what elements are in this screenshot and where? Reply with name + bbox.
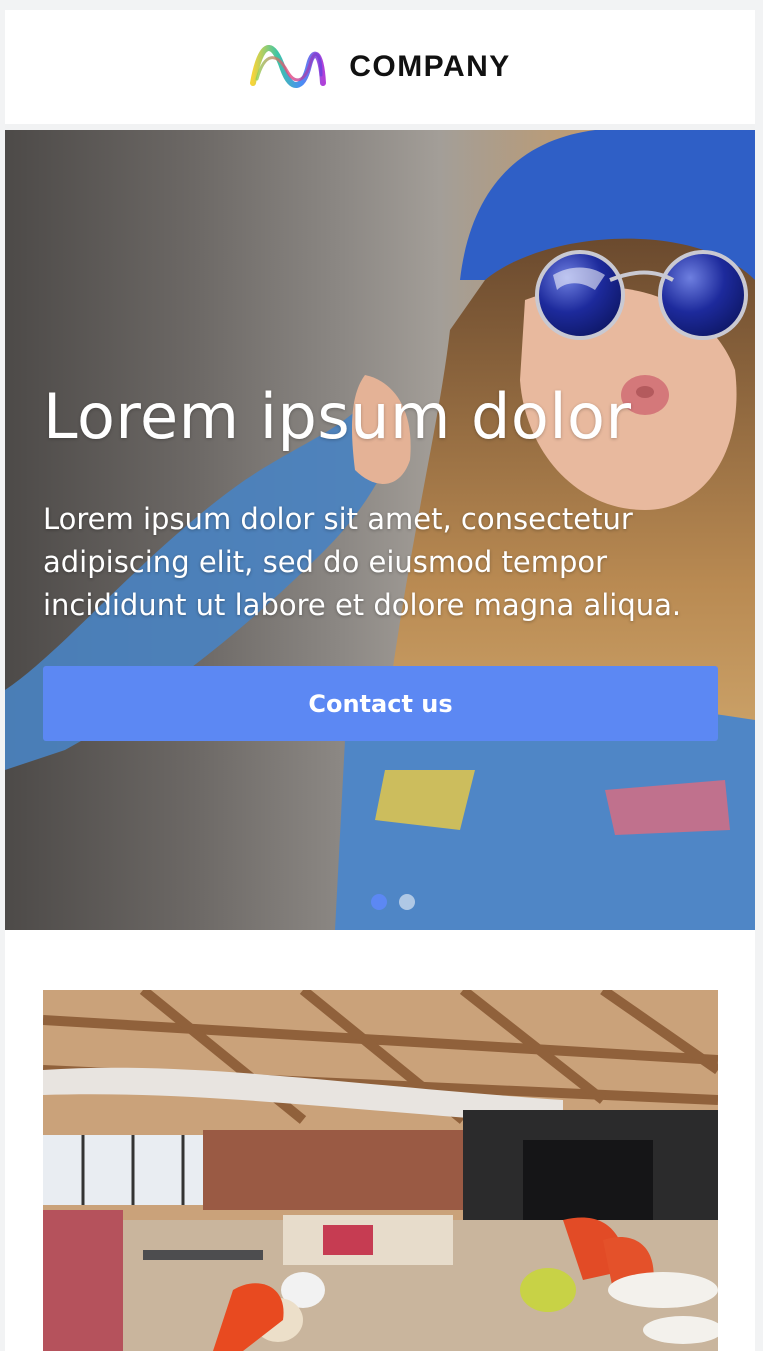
header: COMPANY: [5, 10, 755, 124]
office-photo: [43, 990, 718, 1351]
hero-banner: Lorem ipsum dolor Lorem ipsum dolor sit …: [5, 130, 755, 930]
hero-title: Lorem ipsum dolor: [43, 380, 632, 453]
wave-logo-icon[interactable]: [249, 45, 327, 89]
carousel-indicator: [371, 894, 415, 910]
carousel-dot-1[interactable]: [371, 894, 387, 910]
brand-name: COMPANY: [349, 50, 511, 83]
contact-us-button[interactable]: Contact us: [43, 666, 718, 741]
carousel-dot-2[interactable]: [399, 894, 415, 910]
hero-description: Lorem ipsum dolor sit amet, consectetur …: [43, 502, 682, 622]
page: COMPANY Lorem ipsum dolor Lorem ipsum do…: [5, 10, 755, 1351]
